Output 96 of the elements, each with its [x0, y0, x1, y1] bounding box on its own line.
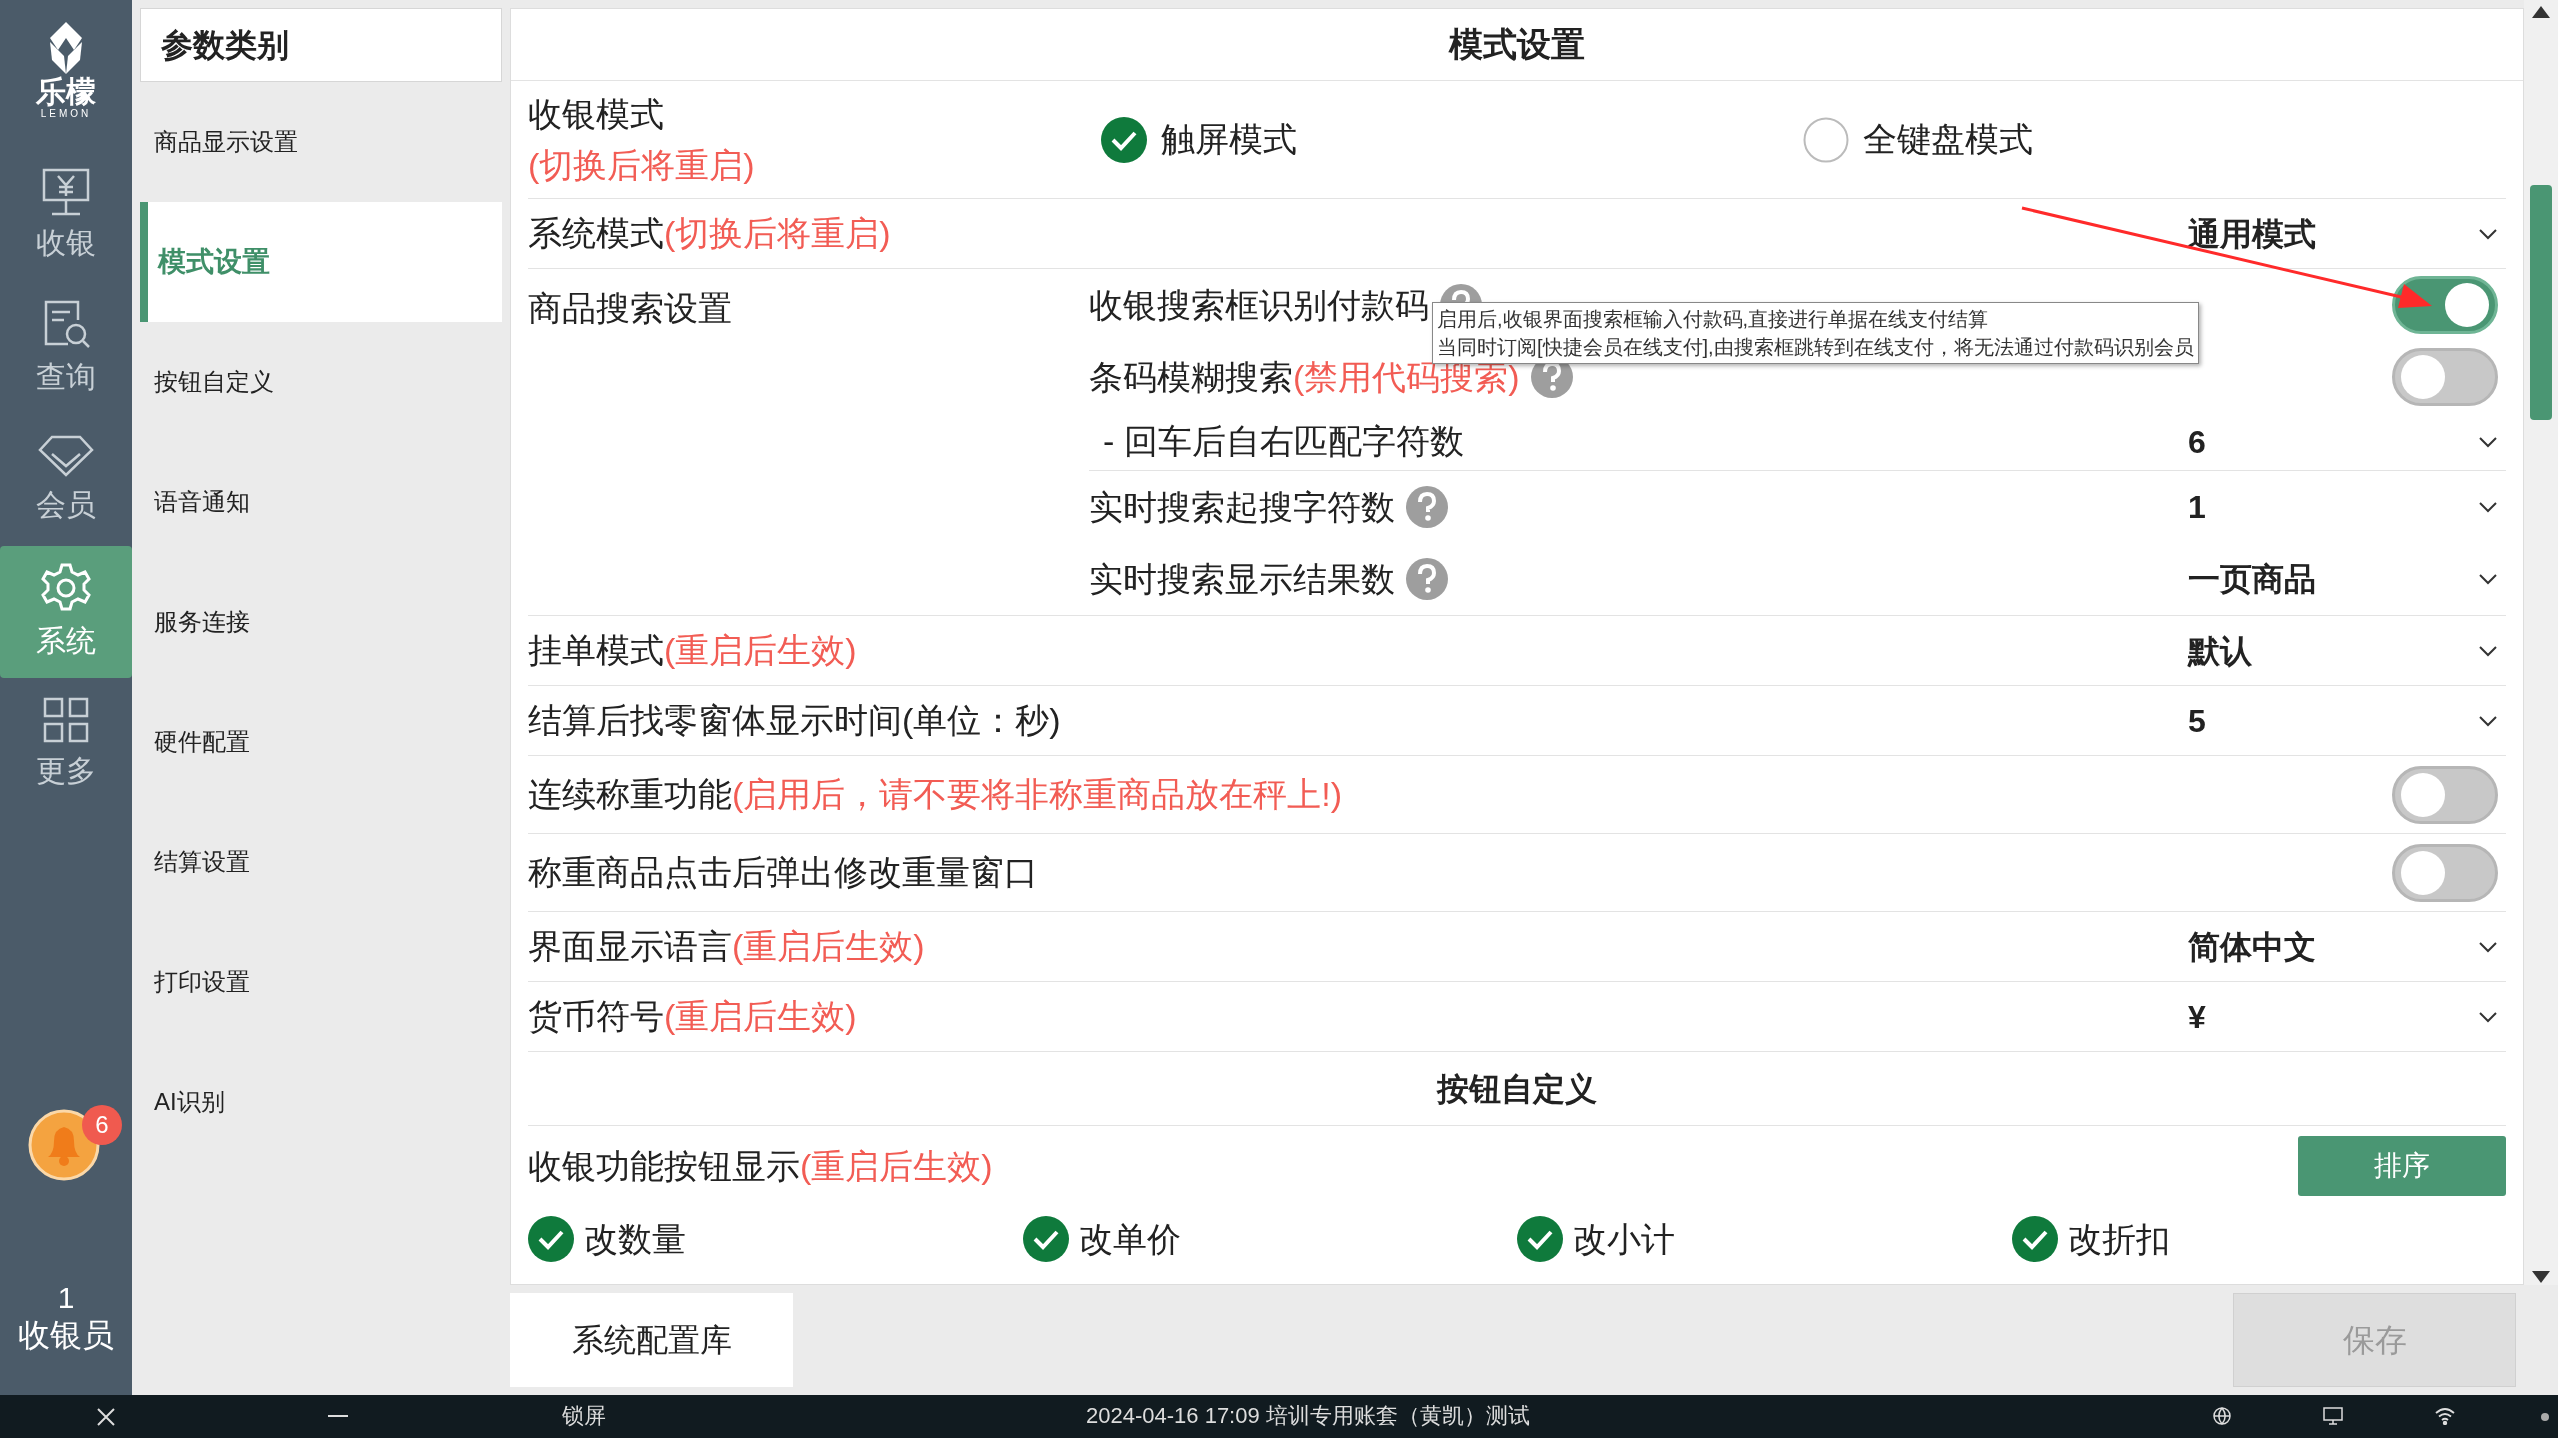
setting-note: (重启后生效) — [732, 926, 925, 967]
chevron-down-icon — [2478, 435, 2498, 448]
scrollbar[interactable] — [2524, 0, 2558, 1285]
diamond-icon — [38, 433, 94, 478]
chevron-down-icon — [2478, 227, 2498, 240]
setting-label: 界面显示语言 — [528, 926, 732, 967]
setting-note: (启用后，请不要将非称重商品放在秤上!) — [732, 774, 1343, 815]
scrollbar-thumb[interactable] — [2530, 185, 2552, 420]
chevron-down-icon — [2478, 573, 2498, 585]
dropdown[interactable]: 1 — [2178, 479, 2506, 535]
chevron-down-icon — [2478, 644, 2498, 657]
setting-label: 系统模式 — [528, 213, 664, 254]
setting-label: - 回车后自右匹配字符数 — [1103, 421, 1464, 462]
dropdown[interactable]: ¥ — [2178, 988, 2506, 1045]
settings-icon — [40, 561, 92, 614]
lock-screen-button[interactable]: 锁屏 — [562, 1401, 606, 1431]
radio-option[interactable]: 触屏模式 — [1100, 114, 1804, 165]
dropdown[interactable]: 默认 — [2178, 622, 2506, 679]
cash-register-icon — [40, 167, 92, 216]
panel-title: 模式设置 — [511, 9, 2523, 81]
setting-note: (切换后将重启) — [528, 144, 756, 186]
chevron-down-icon — [2478, 1010, 2498, 1023]
check-icon — [528, 1216, 574, 1262]
globe-icon — [2212, 1406, 2232, 1426]
check-icon — [1100, 116, 1147, 163]
grid-icon — [42, 695, 90, 744]
category-item[interactable]: 打印设置 — [132, 922, 510, 1042]
checkbox-option[interactable]: 改数量 — [528, 1213, 1023, 1265]
section-title: 按钮自定义 — [1437, 1069, 1597, 1109]
category-item[interactable]: 硬件配置 — [132, 682, 510, 802]
wifi-icon — [2434, 1407, 2456, 1425]
nav-item[interactable]: 收银 — [0, 150, 132, 282]
nav-item[interactable]: 会员 — [0, 414, 132, 546]
status-text: 2024-04-16 17:09 培训专用账套（黄凯）测试 — [1086, 1402, 1530, 1430]
setting-label: 收银模式 — [528, 93, 665, 135]
setting-note: (禁用代码搜索) — [1293, 357, 1520, 398]
category-item[interactable]: 按钮自定义 — [132, 322, 510, 442]
config-library-button[interactable]: 系统配置库 — [510, 1293, 793, 1387]
chevron-down-icon — [2478, 501, 2498, 513]
category-item[interactable]: 服务连接 — [132, 562, 510, 682]
dropdown[interactable]: 6 — [2178, 413, 2506, 470]
setting-note: (重启后生效) — [800, 1145, 993, 1187]
setting-label: 挂单模式 — [528, 630, 664, 671]
scroll-up-icon[interactable] — [2532, 6, 2550, 18]
user-count: 1 — [57, 1281, 75, 1315]
toggle-switch[interactable] — [2392, 348, 2498, 406]
check-icon — [1022, 1216, 1069, 1262]
chevron-down-icon — [2478, 940, 2498, 953]
toggle-switch[interactable] — [2392, 843, 2498, 902]
setting-label: 收银搜索框识别付款码 — [1089, 284, 1429, 326]
scroll-down-icon[interactable] — [2532, 1271, 2550, 1283]
notification-badge: 6 — [82, 1105, 122, 1145]
dropdown[interactable]: 简体中文 — [2178, 918, 2506, 975]
setting-label: 结算后找零窗体显示时间(单位：秒) — [528, 700, 1061, 741]
user-role: 收银员 — [18, 1316, 114, 1355]
close-icon — [96, 1407, 116, 1427]
radio-icon — [1803, 116, 1850, 163]
setting-label: 条码模糊搜索 — [1089, 356, 1293, 398]
setting-label: 实时搜索显示结果数 — [1089, 558, 1395, 600]
sort-button[interactable]: 排序 — [2298, 1136, 2506, 1196]
status-dot-icon — [2540, 1412, 2550, 1422]
dropdown[interactable]: 一页商品 — [2178, 551, 2506, 607]
chevron-down-icon — [2478, 714, 2498, 727]
setting-label: 商品搜索设置 — [528, 289, 732, 327]
category-item[interactable]: 模式设置 — [140, 202, 502, 322]
setting-label: 收银功能按钮显示 — [528, 1145, 800, 1187]
nav-item[interactable]: 更多 — [0, 678, 132, 810]
tooltip-text: 启用后,收银界面搜索框输入付款码,直接进行单据在线支付结算 — [1437, 307, 1990, 332]
nav-item[interactable]: 查询 — [0, 282, 132, 414]
category-header: 参数类别 — [140, 8, 502, 82]
check-icon — [2011, 1216, 2058, 1262]
tooltip-text: 当同时订阅[快捷会员在线支付],由搜索框跳转到在线支付，将无法通过付款码识别会员 — [1437, 335, 2194, 360]
setting-label: 实时搜索起搜字符数 — [1089, 486, 1395, 528]
logo-subtext: LEMON — [40, 108, 92, 120]
setting-label: 连续称重功能 — [528, 774, 732, 815]
setting-note: (重启后生效) — [664, 630, 857, 671]
checkbox-option[interactable]: 改单价 — [1022, 1213, 1517, 1265]
toggle-switch[interactable] — [2392, 765, 2498, 824]
check-icon — [1517, 1216, 1563, 1262]
monitor-icon — [2322, 1406, 2344, 1426]
toggle-switch[interactable] — [2392, 276, 2498, 334]
category-item[interactable]: 语音通知 — [132, 442, 510, 562]
category-item[interactable]: 商品显示设置 — [132, 82, 510, 202]
setting-note: (切换后将重启) — [664, 213, 891, 254]
logo-text: 乐檬 — [36, 76, 96, 108]
checkbox-option[interactable]: 改小计 — [1517, 1213, 2012, 1265]
category-item[interactable]: AI识别 — [132, 1042, 510, 1162]
dropdown[interactable]: 5 — [2178, 692, 2506, 749]
setting-note: (重启后生效) — [664, 996, 857, 1037]
setting-label: 货币符号 — [528, 996, 664, 1037]
setting-label: 称重商品点击后弹出修改重量窗口 — [528, 852, 1038, 893]
radio-option[interactable]: 全键盘模式 — [1803, 114, 2506, 165]
checkbox-option[interactable]: 改折扣 — [2011, 1213, 2506, 1265]
dropdown[interactable]: 通用模式 — [2178, 205, 2506, 262]
category-item[interactable]: 结算设置 — [132, 802, 510, 922]
minimize-icon — [328, 1415, 348, 1419]
